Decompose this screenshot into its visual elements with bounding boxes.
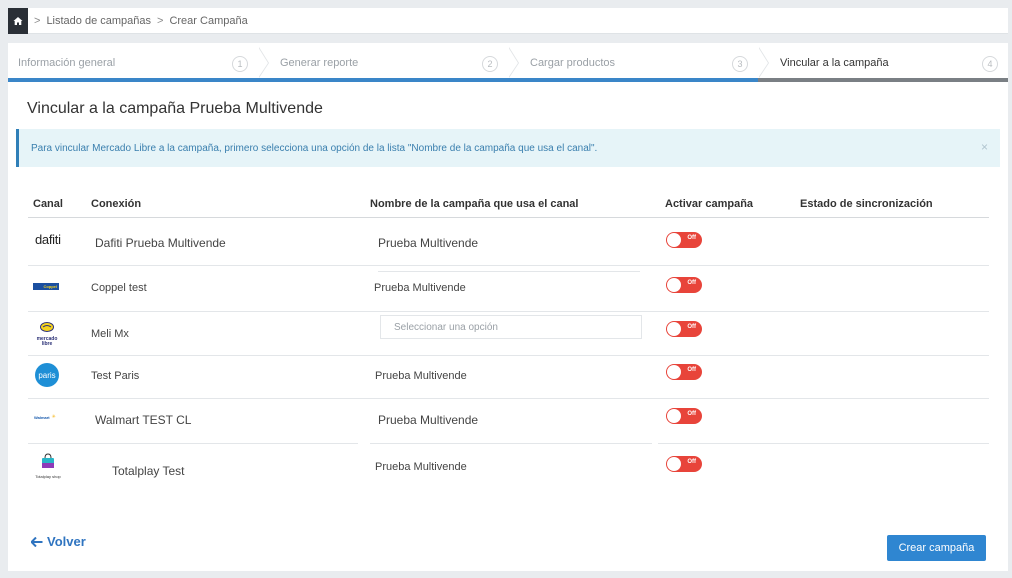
step-arrow — [508, 47, 518, 78]
toggle-label: Off — [687, 324, 696, 330]
connection-name: Totalplay Test — [112, 464, 185, 478]
home-button[interactable] — [8, 7, 28, 34]
logo-text: Coppel — [43, 284, 57, 289]
step-arrow — [758, 47, 768, 78]
close-icon[interactable]: × — [981, 140, 988, 154]
step-arrow — [258, 47, 268, 78]
step-generar-reporte[interactable]: Generar reporte 2 — [258, 47, 519, 82]
step-number: 3 — [732, 56, 748, 72]
back-label: Volver — [47, 534, 86, 549]
coppel-logo: Coppel — [33, 283, 59, 290]
column-header-estado-sincronizacion: Estado de sincronización — [800, 198, 933, 210]
logo-text: Walmart — [34, 414, 50, 420]
mercado-libre-logo: mercado libre — [36, 319, 58, 347]
step-label: Información general — [18, 56, 116, 69]
create-campaign-button[interactable]: Crear campaña — [887, 535, 986, 561]
logo-text: dafiti — [35, 232, 61, 247]
activate-campaign-toggle[interactable]: Off — [666, 232, 702, 248]
connection-name: Dafiti Prueba Multivende — [95, 236, 226, 250]
campaign-select[interactable]: Seleccionar una opción — [380, 315, 642, 339]
row-divider — [28, 265, 989, 266]
step-informacion-general[interactable]: Información general 1 — [8, 47, 269, 82]
row-divider — [370, 443, 652, 444]
toggle-label: Off — [687, 235, 696, 241]
connection-name: Meli Mx — [91, 328, 129, 340]
row-divider — [28, 443, 358, 444]
toggle-knob — [667, 322, 681, 336]
back-button[interactable]: Volver — [31, 534, 86, 549]
campaign-name: Prueba Multivende — [375, 370, 467, 382]
breadcrumb-separator: > — [34, 14, 41, 27]
step-label: Vincular a la campaña — [780, 56, 889, 69]
toggle-label: Off — [687, 280, 696, 286]
toggle-knob — [667, 457, 681, 471]
logo-text: paris — [38, 370, 56, 380]
breadcrumb-separator: > — [157, 14, 164, 27]
step-label: Cargar productos — [530, 56, 615, 69]
step-cargar-productos[interactable]: Cargar productos 3 — [508, 47, 769, 82]
toggle-knob — [667, 278, 681, 292]
paris-logo: paris — [35, 363, 59, 387]
step-label: Generar reporte — [280, 56, 359, 69]
select-placeholder: Seleccionar una opción — [394, 321, 498, 333]
connection-name: Walmart TEST CL — [95, 413, 192, 427]
activate-campaign-toggle[interactable]: Off — [666, 364, 702, 380]
home-icon — [13, 16, 23, 25]
step-number: 4 — [982, 56, 998, 72]
breadcrumb: > Listado de campañas > Crear Campaña — [8, 7, 1008, 34]
row-divider — [658, 443, 989, 444]
main-card: Información general 1 Generar reporte 2 … — [8, 43, 1008, 571]
breadcrumb-item-campaign-list[interactable]: Listado de campañas — [46, 15, 151, 27]
activate-campaign-toggle[interactable]: Off — [666, 321, 702, 337]
wizard-stepper: Información general 1 Generar reporte 2 … — [8, 47, 1008, 82]
arrow-left-icon — [31, 536, 43, 547]
walmart-logo: Walmart ✳ — [34, 414, 56, 420]
toggle-knob — [667, 365, 681, 379]
logo-text: mercado libre — [36, 336, 58, 347]
column-header-nombre-campana: Nombre de la campaña que usa el canal — [370, 198, 579, 210]
handshake-icon — [40, 322, 54, 332]
activate-campaign-toggle[interactable]: Off — [666, 456, 702, 472]
campaign-name: Prueba Multivende — [374, 282, 466, 294]
step-number: 2 — [482, 56, 498, 72]
toggle-label: Off — [687, 459, 696, 465]
totalplay-logo: Totalplay shop — [33, 453, 63, 479]
toggle-label: Off — [687, 367, 696, 373]
logo-text: Totalplay shop — [35, 474, 61, 479]
spark-icon: ✳ — [51, 414, 56, 420]
toggle-knob — [667, 409, 681, 423]
table-header-divider — [28, 217, 989, 218]
campaign-name: Prueba Multivende — [378, 413, 479, 427]
connection-name: Coppel test — [91, 282, 147, 294]
column-header-conexion: Conexión — [91, 198, 142, 210]
column-header-canal: Canal — [33, 198, 63, 210]
campaign-name: Prueba Multivende — [378, 236, 479, 250]
alert-text: Para vincular Mercado Libre a la campaña… — [31, 142, 598, 154]
row-divider — [28, 355, 989, 356]
connection-name: Test Paris — [91, 370, 140, 382]
step-vincular-campana[interactable]: Vincular a la campaña 4 — [758, 47, 1008, 82]
row-divider — [28, 311, 989, 312]
column-header-activar-campana: Activar campaña — [665, 198, 754, 210]
toggle-label: Off — [687, 411, 696, 417]
activate-campaign-toggle[interactable]: Off — [666, 408, 702, 424]
step-number: 1 — [232, 56, 248, 72]
activate-campaign-toggle[interactable]: Off — [666, 277, 702, 293]
row-divider — [378, 271, 640, 272]
page-title: Vincular a la campaña Prueba Multivende — [27, 100, 323, 117]
info-alert: Para vincular Mercado Libre a la campaña… — [16, 129, 1000, 167]
campaign-name: Prueba Multivende — [375, 461, 467, 473]
breadcrumb-item-create-campaign: Crear Campaña — [169, 14, 248, 27]
toggle-knob — [667, 233, 681, 247]
dafiti-logo: dafiti — [35, 231, 61, 249]
row-divider — [28, 398, 989, 399]
shopping-bag-icon — [42, 453, 54, 468]
